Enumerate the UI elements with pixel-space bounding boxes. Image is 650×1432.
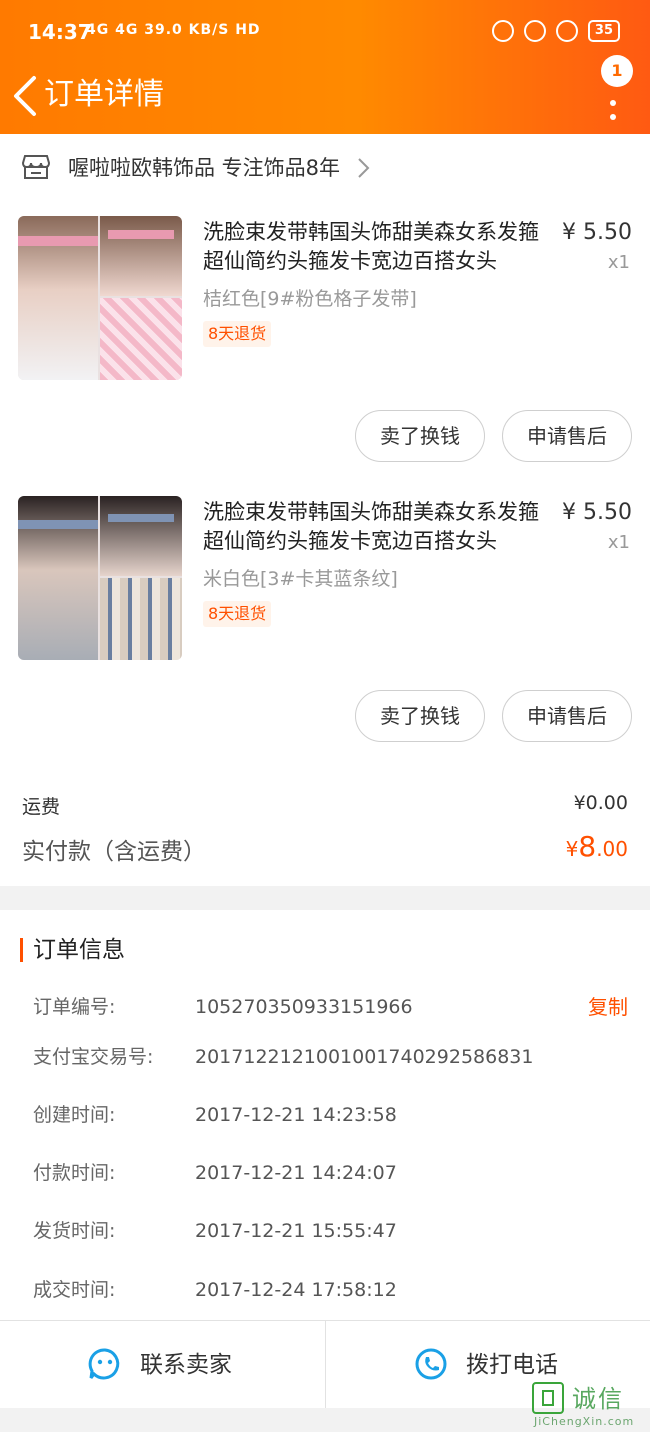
info-value: 2017-12-21 15:55:47 xyxy=(195,1220,397,1242)
shop-name[interactable]: 喔啦啦欧韩饰品 专注饰品8年 xyxy=(68,153,340,183)
info-row-alipay-number: 支付宝交易号: 2017122121001001740292586831 xyxy=(33,1042,633,1072)
info-key: 发货时间: xyxy=(33,1220,116,1242)
product-quantity: x1 xyxy=(607,252,630,273)
vibrate-icon xyxy=(491,20,514,42)
shop-row[interactable]: 喔啦啦欧韩饰品 专注饰品8年 xyxy=(0,134,650,200)
more-menu-icon[interactable] xyxy=(600,82,626,122)
page-title: 订单详情 xyxy=(44,77,164,112)
paid-amount: ¥8.00 xyxy=(566,830,628,863)
sell-button[interactable]: 卖了换钱 xyxy=(355,690,485,742)
info-value: 105270350933151966 xyxy=(195,996,413,1018)
info-row-created: 创建时间: 2017-12-21 14:23:58 xyxy=(33,1100,633,1130)
info-row-paid: 付款时间: 2017-12-21 14:24:07 xyxy=(33,1158,633,1188)
product-sku: 米白色[3#卡其蓝条纹] xyxy=(203,568,398,590)
network-indicator: 4G 4G 39.0 KB/S HD xyxy=(86,22,261,38)
paid-label: 实付款（含运费） xyxy=(22,839,206,865)
order-info-section: 订单信息 复制 订单编号: 105270350933151966 支付宝交易号:… xyxy=(0,910,650,1320)
product-thumbnail[interactable] xyxy=(18,496,182,660)
app-header: 14:37 4G 4G 39.0 KB/S HD 35 订单详情 1 xyxy=(0,0,650,134)
shipping-value: ¥0.00 xyxy=(573,792,628,814)
watermark-url: JiChengXin.com xyxy=(534,1415,635,1428)
battery-icon: 35 xyxy=(587,20,620,42)
contact-seller-label: 联系卖家 xyxy=(140,1352,232,1378)
watermark-text: 诚信 xyxy=(572,1385,624,1413)
paid-integer: 8 xyxy=(578,830,597,863)
info-row-shipped: 发货时间: 2017-12-21 15:55:47 xyxy=(33,1216,633,1246)
product-sku: 桔红色[9#粉色格子发带] xyxy=(203,288,417,310)
watermark-logo-icon xyxy=(532,1382,564,1414)
message-badge[interactable]: 1 xyxy=(601,55,633,87)
status-icons: 35 xyxy=(491,20,620,42)
contact-seller-button[interactable]: 联系卖家 xyxy=(0,1321,325,1409)
lock-rotation-icon xyxy=(523,20,546,42)
product-price: ¥ 5.50 xyxy=(562,500,632,525)
call-label: 拨打电话 xyxy=(466,1352,558,1378)
product-thumbnail[interactable] xyxy=(18,216,182,380)
product-title[interactable]: 洗脸束发带韩国头饰甜美森女系发箍超仙简约头箍发卡宽边百搭女头 xyxy=(203,218,551,276)
shop-icon xyxy=(22,155,50,179)
info-value: 2017122121001001740292586831 xyxy=(195,1046,534,1068)
status-bar: 14:37 4G 4G 39.0 KB/S HD 35 xyxy=(0,0,650,66)
section-accent-bar xyxy=(20,938,23,962)
back-arrow-icon[interactable] xyxy=(10,74,42,118)
product-title[interactable]: 洗脸束发带韩国头饰甜美森女系发箍超仙简约头箍发卡宽边百搭女头 xyxy=(203,498,551,556)
nav-bar: 订单详情 xyxy=(0,66,650,134)
chat-smile-icon xyxy=(88,1348,120,1380)
paid-currency: ¥ xyxy=(565,837,579,861)
info-row-order-number: 订单编号: 105270350933151966 xyxy=(33,992,633,1022)
info-key: 支付宝交易号: xyxy=(33,1046,154,1068)
order-item: 洗脸束发带韩国头饰甜美森女系发箍超仙简约头箍发卡宽边百搭女头 ¥ 5.50 x1… xyxy=(0,480,650,760)
info-row-completed: 成交时间: 2017-12-24 17:58:12 xyxy=(33,1275,633,1305)
paid-decimal: .00 xyxy=(596,837,628,861)
chevron-right-icon xyxy=(358,158,370,178)
info-value: 2017-12-24 17:58:12 xyxy=(195,1279,397,1301)
product-quantity: x1 xyxy=(607,532,630,553)
status-time: 14:37 xyxy=(28,20,92,44)
alarm-icon xyxy=(555,20,578,42)
info-value: 2017-12-21 14:24:07 xyxy=(195,1162,397,1184)
info-key: 创建时间: xyxy=(33,1104,116,1126)
info-key: 订单编号: xyxy=(33,996,116,1018)
order-card: 喔啦啦欧韩饰品 专注饰品8年 洗脸束发带韩国头饰甜美森女系发箍超仙简约头箍发卡宽… xyxy=(0,134,650,886)
return-policy-tag: 8天退货 xyxy=(203,321,272,347)
after-sale-button[interactable]: 申请售后 xyxy=(502,690,632,742)
after-sale-button[interactable]: 申请售后 xyxy=(502,410,632,462)
info-value: 2017-12-21 14:23:58 xyxy=(195,1104,397,1126)
info-key: 成交时间: xyxy=(33,1279,116,1301)
order-info-title: 订单信息 xyxy=(33,937,125,963)
product-price: ¥ 5.50 xyxy=(562,220,632,245)
return-policy-tag: 8天退货 xyxy=(203,601,272,627)
info-key: 付款时间: xyxy=(33,1162,116,1184)
watermark: 诚信 JiChengXin.com xyxy=(532,1382,646,1430)
phone-icon xyxy=(415,1348,447,1380)
shipping-label: 运费 xyxy=(22,796,61,818)
order-item: 洗脸束发带韩国头饰甜美森女系发箍超仙简约头箍发卡宽边百搭女头 ¥ 5.50 x1… xyxy=(0,200,650,480)
sell-button[interactable]: 卖了换钱 xyxy=(355,410,485,462)
